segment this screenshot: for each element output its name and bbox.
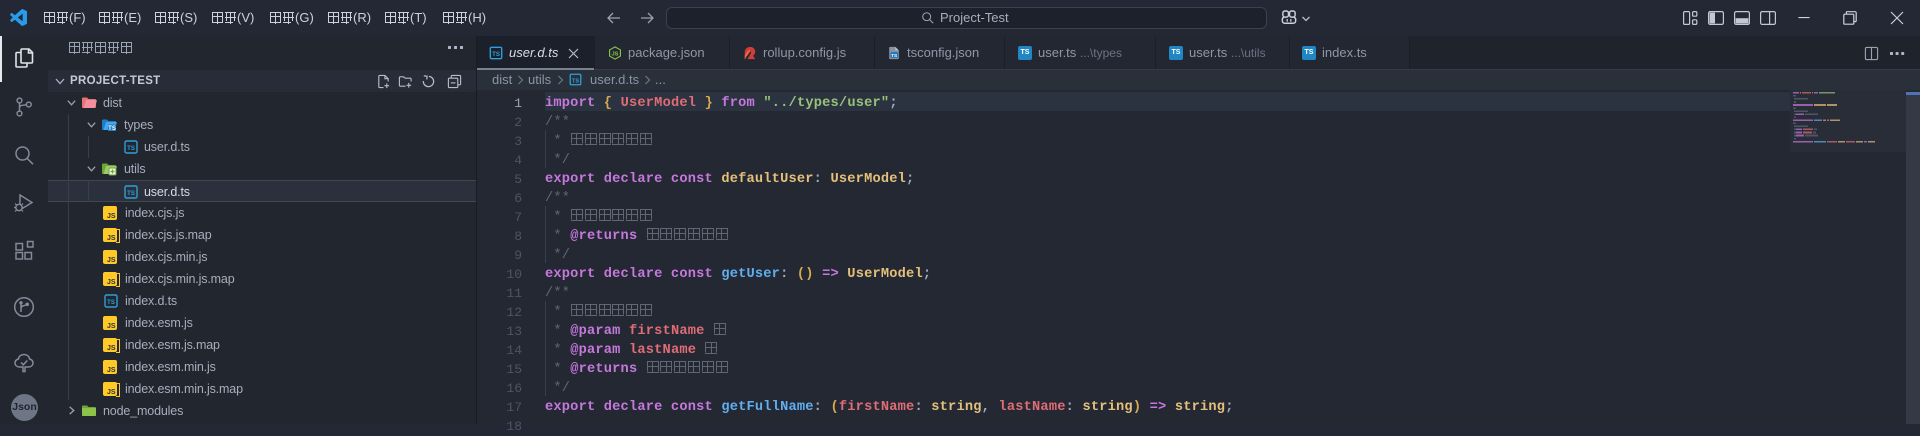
svg-text:TS: TS (572, 78, 579, 84)
svg-text:JS: JS (612, 51, 619, 57)
svg-text:TS: TS (127, 191, 135, 197)
svg-text:TS: TS (107, 300, 115, 306)
svg-text:TS: TS (492, 51, 500, 58)
svg-text:TS: TS (108, 126, 116, 132)
svg-text:TS: TS (891, 53, 898, 59)
svg-text:TS: TS (127, 146, 135, 152)
